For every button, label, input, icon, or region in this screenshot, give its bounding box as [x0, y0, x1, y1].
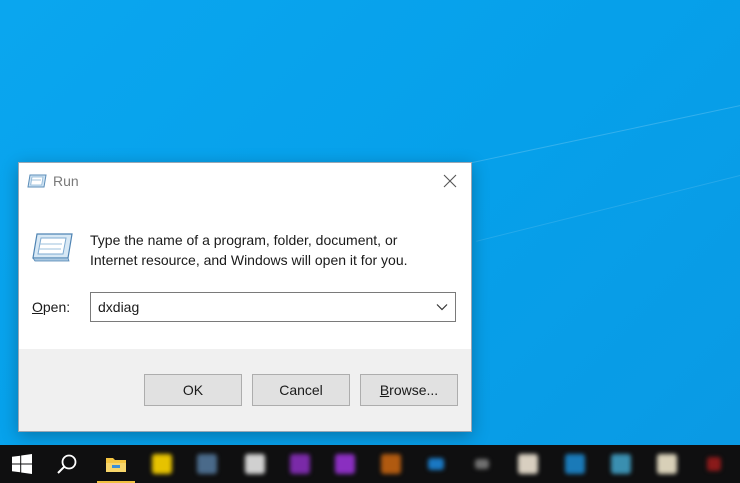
app-icon: [565, 454, 585, 474]
browse-button[interactable]: Browse...: [360, 374, 458, 406]
browse-accelerator: B: [379, 382, 390, 398]
taskbar-app[interactable]: [645, 445, 689, 483]
app-icon: [245, 454, 265, 474]
description-line: Type the name of a program, folder, docu…: [90, 232, 398, 248]
dropdown-button[interactable]: [429, 293, 455, 321]
app-icon: [152, 454, 172, 474]
run-dialog: Run Type the name of a program, folder, …: [18, 162, 472, 432]
ok-button[interactable]: OK: [144, 374, 242, 406]
close-button[interactable]: [429, 163, 471, 199]
file-explorer-icon: [106, 458, 126, 472]
close-icon: [443, 174, 457, 188]
taskbar-app[interactable]: [692, 445, 736, 483]
app-icon: [428, 458, 444, 470]
dialog-body: Type the name of a program, folder, docu…: [19, 199, 471, 351]
taskbar-app[interactable]: [414, 445, 458, 483]
taskbar-file-explorer[interactable]: [94, 445, 138, 483]
start-button[interactable]: [0, 445, 44, 483]
search-button[interactable]: [45, 445, 89, 483]
taskbar-app[interactable]: [233, 445, 277, 483]
app-icon: [197, 454, 217, 474]
browse-label: rowse...: [389, 382, 439, 398]
desktop-light-beam: [476, 139, 740, 242]
taskbar-app[interactable]: [369, 445, 413, 483]
taskbar-app[interactable]: [140, 445, 184, 483]
app-icon: [518, 454, 538, 474]
title-bar[interactable]: Run: [19, 163, 471, 199]
taskbar-app[interactable]: [278, 445, 322, 483]
search-icon: [57, 454, 77, 474]
taskbar-app[interactable]: [599, 445, 643, 483]
app-icon: [475, 459, 489, 469]
run-icon: [27, 174, 47, 188]
taskbar-app[interactable]: [185, 445, 229, 483]
open-label-accelerator: O: [32, 299, 43, 315]
open-combobox[interactable]: [90, 292, 456, 322]
taskbar-app[interactable]: [506, 445, 550, 483]
app-icon: [335, 454, 355, 474]
taskbar: [0, 445, 740, 483]
description-line: Internet resource, and Windows will open…: [90, 252, 408, 268]
app-icon: [657, 454, 677, 474]
app-icon: [290, 454, 310, 474]
taskbar-app[interactable]: [553, 445, 597, 483]
taskbar-app[interactable]: [323, 445, 367, 483]
dialog-description: Type the name of a program, folder, docu…: [90, 230, 450, 270]
open-label: Open:: [32, 299, 70, 315]
chevron-down-icon: [436, 304, 448, 311]
run-program-icon: [32, 233, 73, 262]
app-icon: [611, 454, 631, 474]
taskbar-app[interactable]: [460, 445, 504, 483]
open-label-text: pen:: [42, 299, 71, 315]
dialog-title: Run: [53, 173, 79, 189]
open-input[interactable]: [91, 293, 421, 321]
desktop-light-beam: [425, 68, 740, 173]
app-icon: [381, 454, 401, 474]
app-icon: [707, 457, 721, 471]
windows-start-icon: [12, 454, 32, 474]
dialog-footer: OK Cancel Browse...: [19, 349, 471, 431]
cancel-button[interactable]: Cancel: [252, 374, 350, 406]
